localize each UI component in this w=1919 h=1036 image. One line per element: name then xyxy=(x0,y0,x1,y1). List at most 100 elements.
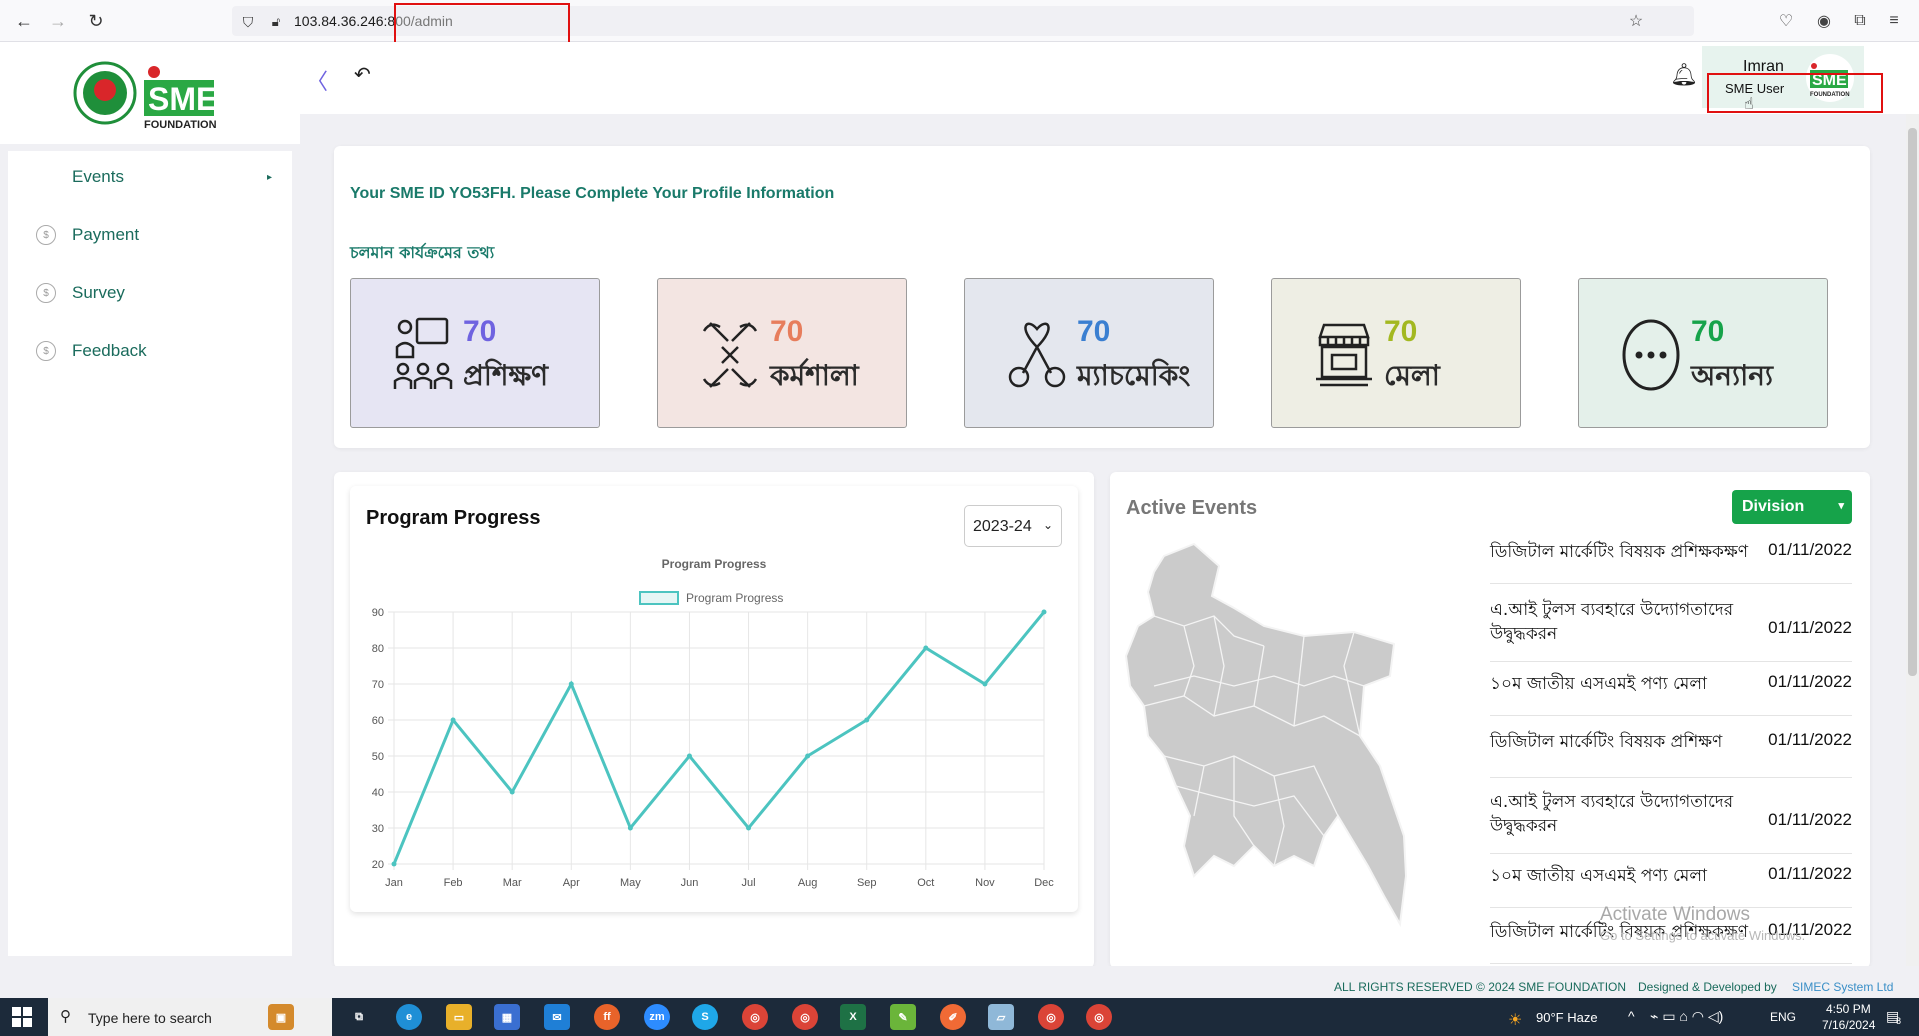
collapse-sidebar-icon[interactable]: 〈 xyxy=(306,64,328,96)
stat-card-training[interactable]: 70 প্রশিক্ষণ xyxy=(350,278,600,428)
file-explorer-icon[interactable]: ▭ xyxy=(446,1004,472,1030)
bookmark-star-icon[interactable]: ☆ xyxy=(1626,11,1646,31)
sidebar-item-events[interactable]: Events ▸ xyxy=(8,157,292,197)
clock-date[interactable]: 7/16/2024 xyxy=(1822,1018,1875,1032)
data-point[interactable] xyxy=(923,645,929,651)
clock-time[interactable]: 4:50 PM xyxy=(1826,1002,1871,1016)
bangladesh-map[interactable] xyxy=(1124,536,1414,936)
profile-notice[interactable]: Your SME ID YO53FH. Please Complete Your… xyxy=(350,185,834,203)
back-icon[interactable]: ← xyxy=(12,9,36,33)
windows-start-icon[interactable] xyxy=(12,1007,32,1027)
shield-icon[interactable]: ⛉ xyxy=(236,10,260,34)
data-point[interactable] xyxy=(864,717,870,723)
data-point[interactable] xyxy=(568,681,574,687)
language-indicator[interactable]: ENG xyxy=(1770,1010,1796,1024)
data-point[interactable] xyxy=(627,825,633,831)
extensions-icon[interactable]: ⧉ xyxy=(1850,11,1870,31)
event-row[interactable]: ১০ম জাতীয় এসএমই পণ্য মেলা 01/11/2022 xyxy=(1490,864,1852,908)
stat-card-matchmaking[interactable]: 70 ম্যাচমেকিং xyxy=(964,278,1214,428)
data-point[interactable] xyxy=(1041,609,1047,615)
data-point[interactable] xyxy=(686,753,692,759)
event-row[interactable]: ১০ম জাতীয় এসএমই পণ্য মেলা 01/11/2022 xyxy=(1490,672,1852,716)
tray-apps-icon[interactable]: ⌁ ▭ ⌂ ◠ ◁) xyxy=(1650,1008,1723,1025)
chart-title: Program Progress xyxy=(662,557,767,571)
sidebar: Events ▸ $ Payment $ Survey $ Feedback xyxy=(8,151,292,956)
event-date: 01/11/2022 xyxy=(1768,864,1852,883)
edge-icon[interactable]: e xyxy=(396,1004,422,1030)
sidebar-item-label: Payment xyxy=(72,225,140,244)
legend-swatch xyxy=(639,591,679,605)
stat-value: 70 xyxy=(1384,315,1418,348)
weather-text[interactable]: 90°F Haze xyxy=(1536,1010,1598,1025)
fair-icon xyxy=(1316,323,1372,387)
excel-icon[interactable]: X xyxy=(840,1004,866,1030)
notepad-icon[interactable]: ✎ xyxy=(890,1004,916,1030)
x-tick-label: Aug xyxy=(798,877,818,889)
undo-back-icon[interactable]: ↶ xyxy=(354,62,371,87)
series-line xyxy=(392,611,1046,865)
footer-company-link[interactable]: SIMEC System Ltd xyxy=(1792,980,1893,994)
scrollbar-thumb[interactable] xyxy=(1908,128,1917,676)
task-view-icon[interactable]: ⧉ xyxy=(346,1004,372,1030)
x-tick-label: Sep xyxy=(857,877,877,889)
division-filter[interactable]: Division ▾ xyxy=(1732,490,1852,524)
chrome-profile-icon[interactable]: ◎ xyxy=(792,1004,818,1030)
firefox-icon[interactable]: ff xyxy=(594,1004,620,1030)
data-point[interactable] xyxy=(982,681,988,687)
tablet-app-icon[interactable]: ▱ xyxy=(988,1004,1014,1030)
x-tick-label: Dec xyxy=(1034,877,1054,889)
chrome-icon[interactable]: ◎ xyxy=(742,1004,768,1030)
bell-icon[interactable]: 🔔︎ xyxy=(1670,62,1698,88)
x-tick-label: Oct xyxy=(917,877,934,889)
y-tick-label: 90 xyxy=(372,607,384,619)
svg-text:FOUNDATION: FOUNDATION xyxy=(144,119,217,130)
data-point[interactable] xyxy=(746,825,752,831)
widget-icon[interactable]: ▣ xyxy=(268,1004,294,1030)
data-point[interactable] xyxy=(805,753,811,759)
event-row[interactable]: ডিজিটাল মার্কেটিং বিষয়ক প্রশিক্ষণ 01/11/… xyxy=(1490,730,1852,778)
stat-label: প্রশিক্ষণ xyxy=(463,359,549,392)
data-point[interactable] xyxy=(391,861,397,867)
insecure-lock-icon[interactable]: 🔓︎ xyxy=(264,10,288,34)
data-point[interactable] xyxy=(450,717,456,723)
store-icon[interactable]: ▦ xyxy=(494,1004,520,1030)
sidebar-item-payment[interactable]: $ Payment xyxy=(8,215,292,255)
chevron-right-icon: ▸ xyxy=(266,171,272,183)
matchmaking-icon xyxy=(1008,322,1066,388)
footer-designed: Designed & Developed by xyxy=(1638,980,1777,994)
reload-icon[interactable]: ↻ xyxy=(84,9,108,33)
chrome-alt-icon[interactable]: ◎ xyxy=(1038,1004,1064,1030)
event-row[interactable]: এ.আই টুলস ব্যবহারে উদ্যোগতাদের উদ্বুদ্ধক… xyxy=(1490,790,1852,854)
sidebar-item-survey[interactable]: $ Survey xyxy=(8,273,292,313)
stat-label: ম্যাচমেকিং xyxy=(1077,359,1191,392)
weather-icon: ☀ xyxy=(1508,1012,1523,1029)
event-row[interactable]: ডিজিটাল মার্কেটিং বিষয়ক প্রশিক্ষকক্ষণ 01… xyxy=(1490,540,1852,584)
stat-card-others[interactable]: 70 অন্যান্য xyxy=(1578,278,1828,428)
y-tick-label: 40 xyxy=(372,787,384,799)
x-tick-label: Feb xyxy=(444,877,463,889)
chrome-second-icon[interactable]: ◎ xyxy=(1086,1004,1112,1030)
activate-windows-hint: Go to Settings to activate Windows. xyxy=(1600,928,1806,943)
event-name: ১০ম জাতীয় এসএমই পণ্য মেলা xyxy=(1490,674,1707,694)
sidebar-item-feedback[interactable]: $ Feedback xyxy=(8,331,292,371)
year-select[interactable]: 2023-24 ⌄ xyxy=(964,505,1062,547)
tray-chevron-icon[interactable]: ^ xyxy=(1628,1008,1635,1024)
menu-icon[interactable]: ≡ xyxy=(1884,11,1904,31)
account-icon[interactable]: ◉ xyxy=(1814,11,1834,31)
footer-rights: ALL RIGHTS RESERVED © 2024 SME FOUNDATIO… xyxy=(1334,980,1627,994)
stat-card-workshop[interactable]: 70 কর্মশালা xyxy=(657,278,907,428)
zoom-icon[interactable]: zm xyxy=(644,1004,670,1030)
more-icon xyxy=(1622,319,1680,391)
event-row[interactable]: এ.আই টুলস ব্যবহারে উদ্যোগতাদের উদ্বুদ্ধক… xyxy=(1490,598,1852,662)
sidebar-item-label: Survey xyxy=(72,283,125,302)
pen-app-icon[interactable]: ✐ xyxy=(940,1004,966,1030)
x-tick-label: Apr xyxy=(563,877,580,889)
sme-foundation-logo[interactable]: SME FOUNDATION xyxy=(72,60,242,130)
mail-icon[interactable]: ✉ xyxy=(544,1004,570,1030)
skype-icon[interactable]: S xyxy=(692,1004,718,1030)
stat-card-fair[interactable]: 70 মেলা xyxy=(1271,278,1521,428)
forward-icon[interactable]: → xyxy=(46,9,70,33)
data-point[interactable] xyxy=(509,789,515,795)
stat-label: মেলা xyxy=(1384,359,1440,392)
pocket-icon[interactable]: ♡ xyxy=(1776,11,1796,31)
